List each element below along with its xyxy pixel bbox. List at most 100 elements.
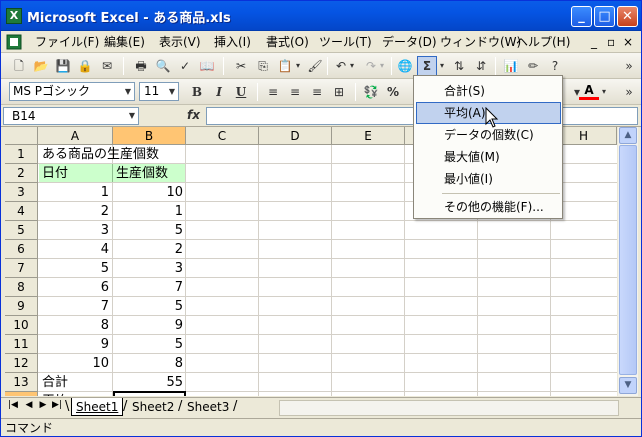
- row-header[interactable]: 14: [5, 392, 38, 396]
- underline-button[interactable]: U: [231, 82, 251, 102]
- research-icon[interactable]: 📖: [197, 56, 217, 76]
- row-header[interactable]: 3: [5, 183, 38, 202]
- toolbar-options-icon[interactable]: »: [619, 82, 639, 102]
- column-header-c[interactable]: C: [186, 127, 259, 145]
- cell-b6[interactable]: 2: [113, 240, 186, 259]
- row-header[interactable]: 5: [5, 221, 38, 240]
- tab-sheet1[interactable]: Sheet1: [71, 398, 124, 416]
- cell-b3[interactable]: 10: [113, 183, 186, 202]
- column-header-a[interactable]: A: [38, 127, 113, 145]
- row-header[interactable]: 7: [5, 259, 38, 278]
- maximize-button[interactable]: □: [594, 6, 615, 27]
- insert-function-icon[interactable]: fx: [187, 108, 200, 122]
- menu-format[interactable]: 書式(O): [266, 34, 309, 50]
- cell-a6[interactable]: 4: [39, 240, 112, 259]
- font-color-dropdown-icon[interactable]: ▾: [599, 82, 609, 102]
- cell-a7[interactable]: 5: [39, 259, 112, 278]
- paste-dropdown-icon[interactable]: ▾: [293, 56, 303, 76]
- cell-a13[interactable]: 合計: [39, 373, 71, 392]
- permission-icon[interactable]: 🔒: [75, 56, 95, 76]
- print-preview-icon[interactable]: 🔍: [153, 56, 173, 76]
- prev-sheet-icon[interactable]: ◀: [23, 400, 35, 410]
- menu-item-more-functions[interactable]: その他の機能(F)...: [416, 196, 561, 218]
- font-color-icon[interactable]: A: [579, 82, 599, 100]
- document-menu-icon[interactable]: [5, 34, 23, 50]
- column-header-d[interactable]: D: [259, 127, 332, 145]
- cell-a9[interactable]: 7: [39, 297, 112, 316]
- menu-help[interactable]: ヘルプ(H): [516, 34, 570, 50]
- font-size-combobox[interactable]: 11 ▼: [139, 82, 179, 101]
- cell-b5[interactable]: 5: [113, 221, 186, 240]
- scroll-down-button[interactable]: ▼: [619, 377, 637, 394]
- sort-descending-icon[interactable]: ⇵: [471, 56, 491, 76]
- cell-a5[interactable]: 3: [39, 221, 112, 240]
- tab-sheet3[interactable]: Sheet3: [183, 398, 233, 416]
- row-header[interactable]: 12: [5, 354, 38, 373]
- menu-insert[interactable]: 挿入(I): [214, 34, 251, 50]
- autosum-dropdown-icon[interactable]: ▾: [437, 56, 447, 76]
- doc-restore-button[interactable]: ▫: [607, 34, 615, 50]
- title-bar[interactable]: X Microsoft Excel - ある商品.xls _ □ ✕: [1, 1, 641, 31]
- cell-a4[interactable]: 2: [39, 202, 112, 221]
- tab-sheet2[interactable]: Sheet2: [128, 398, 178, 416]
- drawing-icon[interactable]: ✏: [523, 56, 543, 76]
- vertical-scrollbar[interactable]: ▲ ▼: [618, 127, 638, 396]
- cell-a11[interactable]: 9: [39, 335, 112, 354]
- row-header[interactable]: 9: [5, 297, 38, 316]
- align-left-icon[interactable]: ≡: [263, 82, 283, 102]
- menu-data[interactable]: データ(D): [382, 34, 437, 50]
- cell-a1[interactable]: ある商品の生産個数: [39, 145, 162, 164]
- select-all-button[interactable]: [5, 127, 38, 145]
- cell-b10[interactable]: 9: [113, 316, 186, 335]
- currency-icon[interactable]: 💱: [361, 82, 381, 102]
- doc-minimize-button[interactable]: _: [591, 34, 597, 50]
- row-header[interactable]: 6: [5, 240, 38, 259]
- last-sheet-icon[interactable]: ▶|: [51, 400, 63, 410]
- align-right-icon[interactable]: ≡: [307, 82, 327, 102]
- menu-window[interactable]: ウィンドウ(W): [440, 34, 521, 50]
- menu-tools[interactable]: ツール(T): [319, 34, 372, 50]
- paste-icon[interactable]: 📋: [275, 56, 295, 76]
- next-sheet-icon[interactable]: ▶: [37, 400, 49, 410]
- close-button[interactable]: ✕: [617, 6, 638, 27]
- font-name-combobox[interactable]: MS Pゴシック ▼: [9, 82, 135, 101]
- bold-button[interactable]: B: [187, 82, 207, 102]
- cut-icon[interactable]: ✂: [231, 56, 251, 76]
- open-icon[interactable]: 📂: [31, 56, 51, 76]
- undo-dropdown-icon[interactable]: ▾: [347, 56, 357, 76]
- hyperlink-icon[interactable]: 🌐: [395, 56, 415, 76]
- row-header[interactable]: 2: [5, 164, 38, 183]
- autosum-button[interactable]: Σ: [417, 56, 437, 76]
- minimize-button[interactable]: _: [571, 6, 592, 27]
- menu-file[interactable]: ファイル(F): [35, 34, 99, 50]
- menu-item-min[interactable]: 最小値(I): [416, 168, 561, 190]
- scroll-thumb[interactable]: [619, 145, 637, 375]
- help-icon[interactable]: ?: [545, 56, 565, 76]
- row-header[interactable]: 8: [5, 278, 38, 297]
- menu-item-sum[interactable]: 合計(S): [416, 80, 561, 102]
- cell-b4[interactable]: 1: [113, 202, 186, 221]
- cell-b7[interactable]: 3: [113, 259, 186, 278]
- scroll-up-button[interactable]: ▲: [619, 127, 637, 144]
- cell-b12[interactable]: 8: [113, 354, 186, 373]
- doc-close-button[interactable]: ×: [623, 34, 633, 50]
- excel-icon[interactable]: X: [6, 8, 22, 24]
- chevron-down-icon[interactable]: ▼: [126, 108, 138, 124]
- cell-a8[interactable]: 6: [39, 278, 112, 297]
- percent-button[interactable]: %: [383, 82, 403, 102]
- column-header-b[interactable]: B: [113, 127, 186, 145]
- spelling-icon[interactable]: ✓: [175, 56, 195, 76]
- cell-a12[interactable]: 10: [39, 354, 112, 373]
- cell-b13[interactable]: 55: [113, 373, 186, 392]
- column-header-e[interactable]: E: [332, 127, 405, 145]
- menu-view[interactable]: 表示(V): [159, 34, 201, 50]
- print-icon[interactable]: 🖶: [131, 56, 151, 76]
- align-center-icon[interactable]: ≡: [285, 82, 305, 102]
- menu-edit[interactable]: 編集(E): [104, 34, 145, 50]
- sort-ascending-icon[interactable]: ⇅: [449, 56, 469, 76]
- cell-a10[interactable]: 8: [39, 316, 112, 335]
- merge-center-icon[interactable]: ⊞: [329, 82, 349, 102]
- cell-b11[interactable]: 5: [113, 335, 186, 354]
- cell-a2[interactable]: 日付: [39, 164, 71, 183]
- row-header[interactable]: 13: [5, 373, 38, 392]
